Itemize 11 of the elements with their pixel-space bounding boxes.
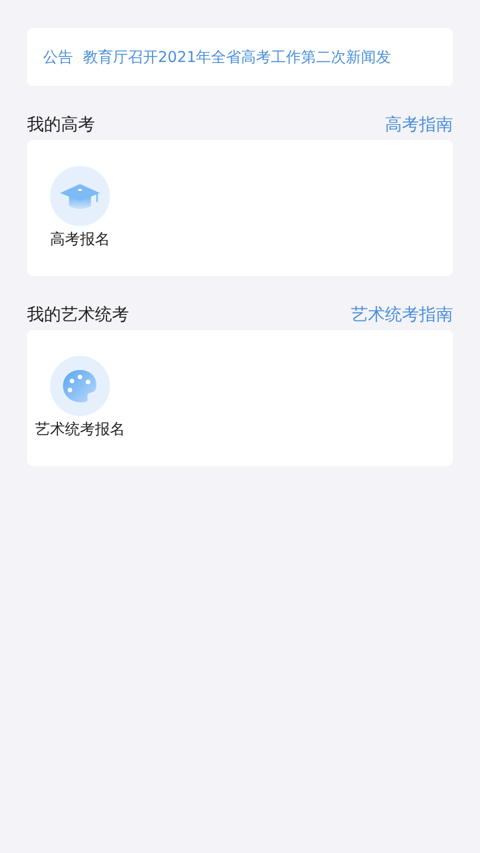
notice-text: 教育厅召开2021年全省高考工作第二次新闻发: [83, 48, 392, 66]
notice-bar[interactable]: 公告 教育厅召开2021年全省高考工作第二次新闻发: [27, 28, 453, 86]
graduation-cap-icon: [50, 166, 110, 226]
guide-link[interactable]: 高考指南: [385, 112, 453, 136]
service-item[interactable]: 艺术统考报名: [27, 356, 133, 466]
section-title: 我的高考: [27, 114, 95, 136]
service-item[interactable]: 高考报名: [27, 166, 133, 276]
notice-tag: 公告: [43, 48, 73, 66]
section-title: 我的艺术统考: [27, 304, 129, 326]
palette-icon: [50, 356, 110, 416]
guide-link[interactable]: 艺术统考指南: [351, 302, 453, 326]
